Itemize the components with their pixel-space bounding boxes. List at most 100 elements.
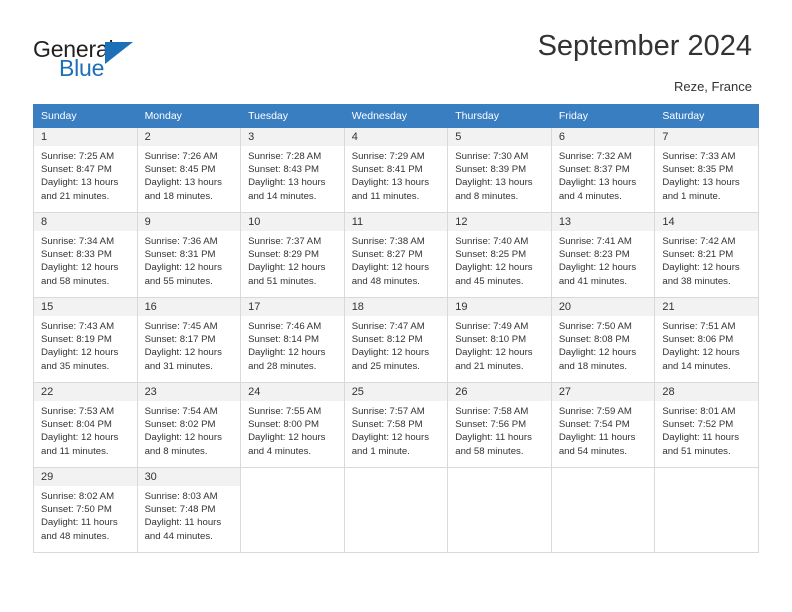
sunrise-text: Sunrise: 7:36 AM	[144, 236, 218, 247]
sunset-text: Sunset: 7:50 PM	[41, 504, 112, 516]
daylight-text-line1: Daylight: 11 hours	[41, 517, 118, 529]
day-number: 3	[241, 128, 344, 146]
calendar-day-cell-empty	[240, 467, 345, 553]
calendar-day-cell-empty	[343, 467, 449, 553]
daylight-text-line1: Daylight: 13 hours	[248, 177, 326, 189]
calendar-day-cell[interactable]: 19 Sunrise: 7:49 AM Sunset: 8:10 PM Dayligh…	[447, 297, 552, 383]
day-details: Sunrise: 7:34 AM Sunset: 8:33 PM Daylight:…	[34, 231, 137, 288]
sunrise-text: Sunrise: 7:53 AM	[41, 406, 115, 417]
day-number: 24	[241, 383, 344, 401]
day-details: Sunrise: 8:02 AM Sunset: 7:50 PM Daylight:…	[34, 486, 137, 543]
sunrise-text: Sunrise: 7:49 AM	[455, 321, 529, 332]
sunrise-text: Sunrise: 7:57 AM	[351, 406, 425, 417]
day-details: Sunrise: 7:38 AM Sunset: 8:27 PM Daylight:…	[345, 231, 448, 288]
calendar-day-cell[interactable]: 9 Sunrise: 7:36 AM Sunset: 8:31 PM Daylight…	[136, 212, 242, 298]
calendar-day-cell[interactable]: 20 Sunrise: 7:50 AM Sunset: 8:08 PM Dayligh…	[550, 297, 656, 383]
daylight-text-line2: and 28 minutes.	[248, 360, 317, 372]
weekday-header-tuesday: Tuesday	[240, 104, 345, 128]
sunset-text: Sunset: 8:29 PM	[248, 249, 320, 261]
daylight-text-line2: and 21 minutes.	[41, 190, 110, 202]
calendar-day-cell[interactable]: 14 Sunrise: 7:42 AM Sunset: 8:21 PM Dayligh…	[654, 212, 759, 298]
calendar-day-cell[interactable]: 4 Sunrise: 7:29 AM Sunset: 8:41 PM Daylight…	[343, 127, 449, 213]
sunset-text: Sunset: 7:56 PM	[455, 419, 527, 431]
calendar-day-cell[interactable]: 3 Sunrise: 7:28 AM Sunset: 8:43 PM Daylight…	[240, 127, 345, 213]
day-number: 26	[448, 383, 551, 401]
daylight-text-line2: and 8 minutes.	[455, 190, 519, 202]
calendar-day-cell[interactable]: 27 Sunrise: 7:59 AM Sunset: 7:54 PM Dayligh…	[550, 382, 656, 468]
sunrise-text: Sunrise: 7:28 AM	[248, 151, 322, 162]
day-details: Sunrise: 7:41 AM Sunset: 8:23 PM Daylight:…	[552, 231, 655, 288]
day-number: 12	[448, 213, 551, 231]
day-number: 30	[137, 468, 241, 486]
calendar-day-cell[interactable]: 23 Sunrise: 7:54 AM Sunset: 8:02 PM Dayligh…	[136, 382, 242, 468]
calendar-day-cell[interactable]: 30 Sunrise: 8:03 AM Sunset: 7:48 PM Dayligh…	[136, 467, 242, 553]
day-details	[655, 474, 758, 478]
weekday-header-saturday: Saturday	[654, 104, 759, 128]
calendar-day-cell[interactable]: 1 Sunrise: 7:25 AM Sunset: 8:47 PM Daylight…	[33, 127, 138, 213]
calendar-day-cell[interactable]: 24 Sunrise: 7:55 AM Sunset: 8:00 PM Dayligh…	[240, 382, 345, 468]
daylight-text-line2: and 48 minutes.	[351, 275, 420, 287]
sunset-text: Sunset: 7:52 PM	[662, 419, 734, 431]
day-number: 17	[241, 298, 344, 316]
calendar-day-cell[interactable]: 21 Sunrise: 7:51 AM Sunset: 8:06 PM Dayligh…	[654, 297, 759, 383]
day-details: Sunrise: 7:51 AM Sunset: 8:06 PM Daylight:…	[655, 316, 758, 373]
daylight-text-line2: and 18 minutes.	[558, 360, 628, 372]
calendar-day-cell-empty	[550, 467, 656, 553]
calendar-day-cell[interactable]: 7 Sunrise: 7:33 AM Sunset: 8:35 PM Daylight…	[654, 127, 759, 213]
calendar-day-cell[interactable]: 16 Sunrise: 7:45 AM Sunset: 8:17 PM Dayligh…	[136, 297, 242, 383]
sunrise-text: Sunrise: 7:42 AM	[662, 236, 736, 247]
weekday-header-friday: Friday	[550, 104, 656, 128]
calendar-day-cell[interactable]: 17 Sunrise: 7:46 AM Sunset: 8:14 PM Dayligh…	[240, 297, 345, 383]
day-number: 6	[551, 128, 655, 146]
daylight-text-line1: Daylight: 12 hours	[144, 347, 222, 359]
sunset-text: Sunset: 8:06 PM	[662, 334, 734, 346]
calendar-day-cell[interactable]: 13 Sunrise: 7:41 AM Sunset: 8:23 PM Dayligh…	[550, 212, 656, 298]
day-number: 21	[655, 298, 758, 316]
sunrise-text: Sunrise: 8:03 AM	[144, 491, 218, 502]
sunrise-text: Sunrise: 7:38 AM	[351, 236, 425, 247]
calendar-day-cell[interactable]: 11 Sunrise: 7:38 AM Sunset: 8:27 PM Dayligh…	[343, 212, 449, 298]
calendar-day-cell-empty	[654, 467, 759, 553]
day-details: Sunrise: 7:36 AM Sunset: 8:31 PM Daylight:…	[138, 231, 241, 288]
calendar-day-cell[interactable]: 10 Sunrise: 7:37 AM Sunset: 8:29 PM Dayligh…	[240, 212, 345, 298]
calendar-day-cell[interactable]: 5 Sunrise: 7:30 AM Sunset: 8:39 PM Daylight…	[447, 127, 552, 213]
calendar-day-cell[interactable]: 25 Sunrise: 7:57 AM Sunset: 7:58 PM Dayligh…	[343, 382, 449, 468]
day-details	[448, 474, 551, 478]
calendar-day-cell[interactable]: 15 Sunrise: 7:43 AM Sunset: 8:19 PM Dayligh…	[33, 297, 138, 383]
daylight-text-line1: Daylight: 12 hours	[144, 262, 222, 274]
daylight-text-line1: Daylight: 12 hours	[455, 347, 533, 359]
day-details: Sunrise: 7:45 AM Sunset: 8:17 PM Daylight:…	[138, 316, 241, 373]
day-number: 22	[34, 383, 137, 401]
calendar-day-cell[interactable]: 2 Sunrise: 7:26 AM Sunset: 8:45 PM Daylight…	[136, 127, 242, 213]
daylight-text-line2: and 25 minutes.	[351, 360, 420, 372]
day-number: 8	[34, 213, 137, 231]
day-details: Sunrise: 7:46 AM Sunset: 8:14 PM Daylight:…	[241, 316, 344, 373]
calendar-page: General Blue September 2024 Reze, France…	[0, 0, 792, 612]
sunrise-text: Sunrise: 7:43 AM	[41, 321, 115, 332]
day-details	[345, 474, 448, 478]
daylight-text-line2: and 51 minutes.	[248, 275, 317, 287]
day-number: 15	[34, 298, 137, 316]
calendar-day-cell[interactable]: 12 Sunrise: 7:40 AM Sunset: 8:25 PM Dayligh…	[447, 212, 552, 298]
day-details: Sunrise: 8:01 AM Sunset: 7:52 PM Daylight:…	[655, 401, 758, 458]
sunrise-text: Sunrise: 7:25 AM	[41, 151, 115, 162]
calendar-week-row: 22 Sunrise: 7:53 AM Sunset: 8:04 PM Dayligh…	[33, 382, 759, 468]
day-number: 19	[448, 298, 551, 316]
day-details: Sunrise: 7:32 AM Sunset: 8:37 PM Daylight:…	[552, 146, 655, 203]
daylight-text-line1: Daylight: 12 hours	[41, 432, 119, 444]
day-number: 2	[137, 128, 241, 146]
day-number: 23	[137, 383, 241, 401]
calendar-day-cell[interactable]: 28 Sunrise: 8:01 AM Sunset: 7:52 PM Dayligh…	[654, 382, 759, 468]
calendar-day-cell[interactable]: 26 Sunrise: 7:58 AM Sunset: 7:56 PM Dayligh…	[447, 382, 552, 468]
calendar-day-cell[interactable]: 22 Sunrise: 7:53 AM Sunset: 8:04 PM Dayligh…	[33, 382, 138, 468]
calendar-week-row: 8 Sunrise: 7:34 AM Sunset: 8:33 PM Daylight…	[33, 212, 759, 298]
calendar-day-cell[interactable]: 18 Sunrise: 7:47 AM Sunset: 8:12 PM Dayligh…	[343, 297, 449, 383]
calendar-day-cell[interactable]: 6 Sunrise: 7:32 AM Sunset: 8:37 PM Daylight…	[550, 127, 656, 213]
sunset-text: Sunset: 8:14 PM	[248, 334, 320, 346]
calendar-day-cell[interactable]: 29 Sunrise: 8:02 AM Sunset: 7:50 PM Dayligh…	[33, 467, 138, 553]
sunset-text: Sunset: 8:35 PM	[662, 164, 734, 176]
daylight-text-line2: and 4 minutes.	[558, 190, 622, 202]
calendar-day-cell[interactable]: 8 Sunrise: 7:34 AM Sunset: 8:33 PM Daylight…	[33, 212, 138, 298]
daylight-text-line2: and 31 minutes.	[144, 360, 213, 372]
daylight-text-line2: and 21 minutes.	[455, 360, 524, 372]
